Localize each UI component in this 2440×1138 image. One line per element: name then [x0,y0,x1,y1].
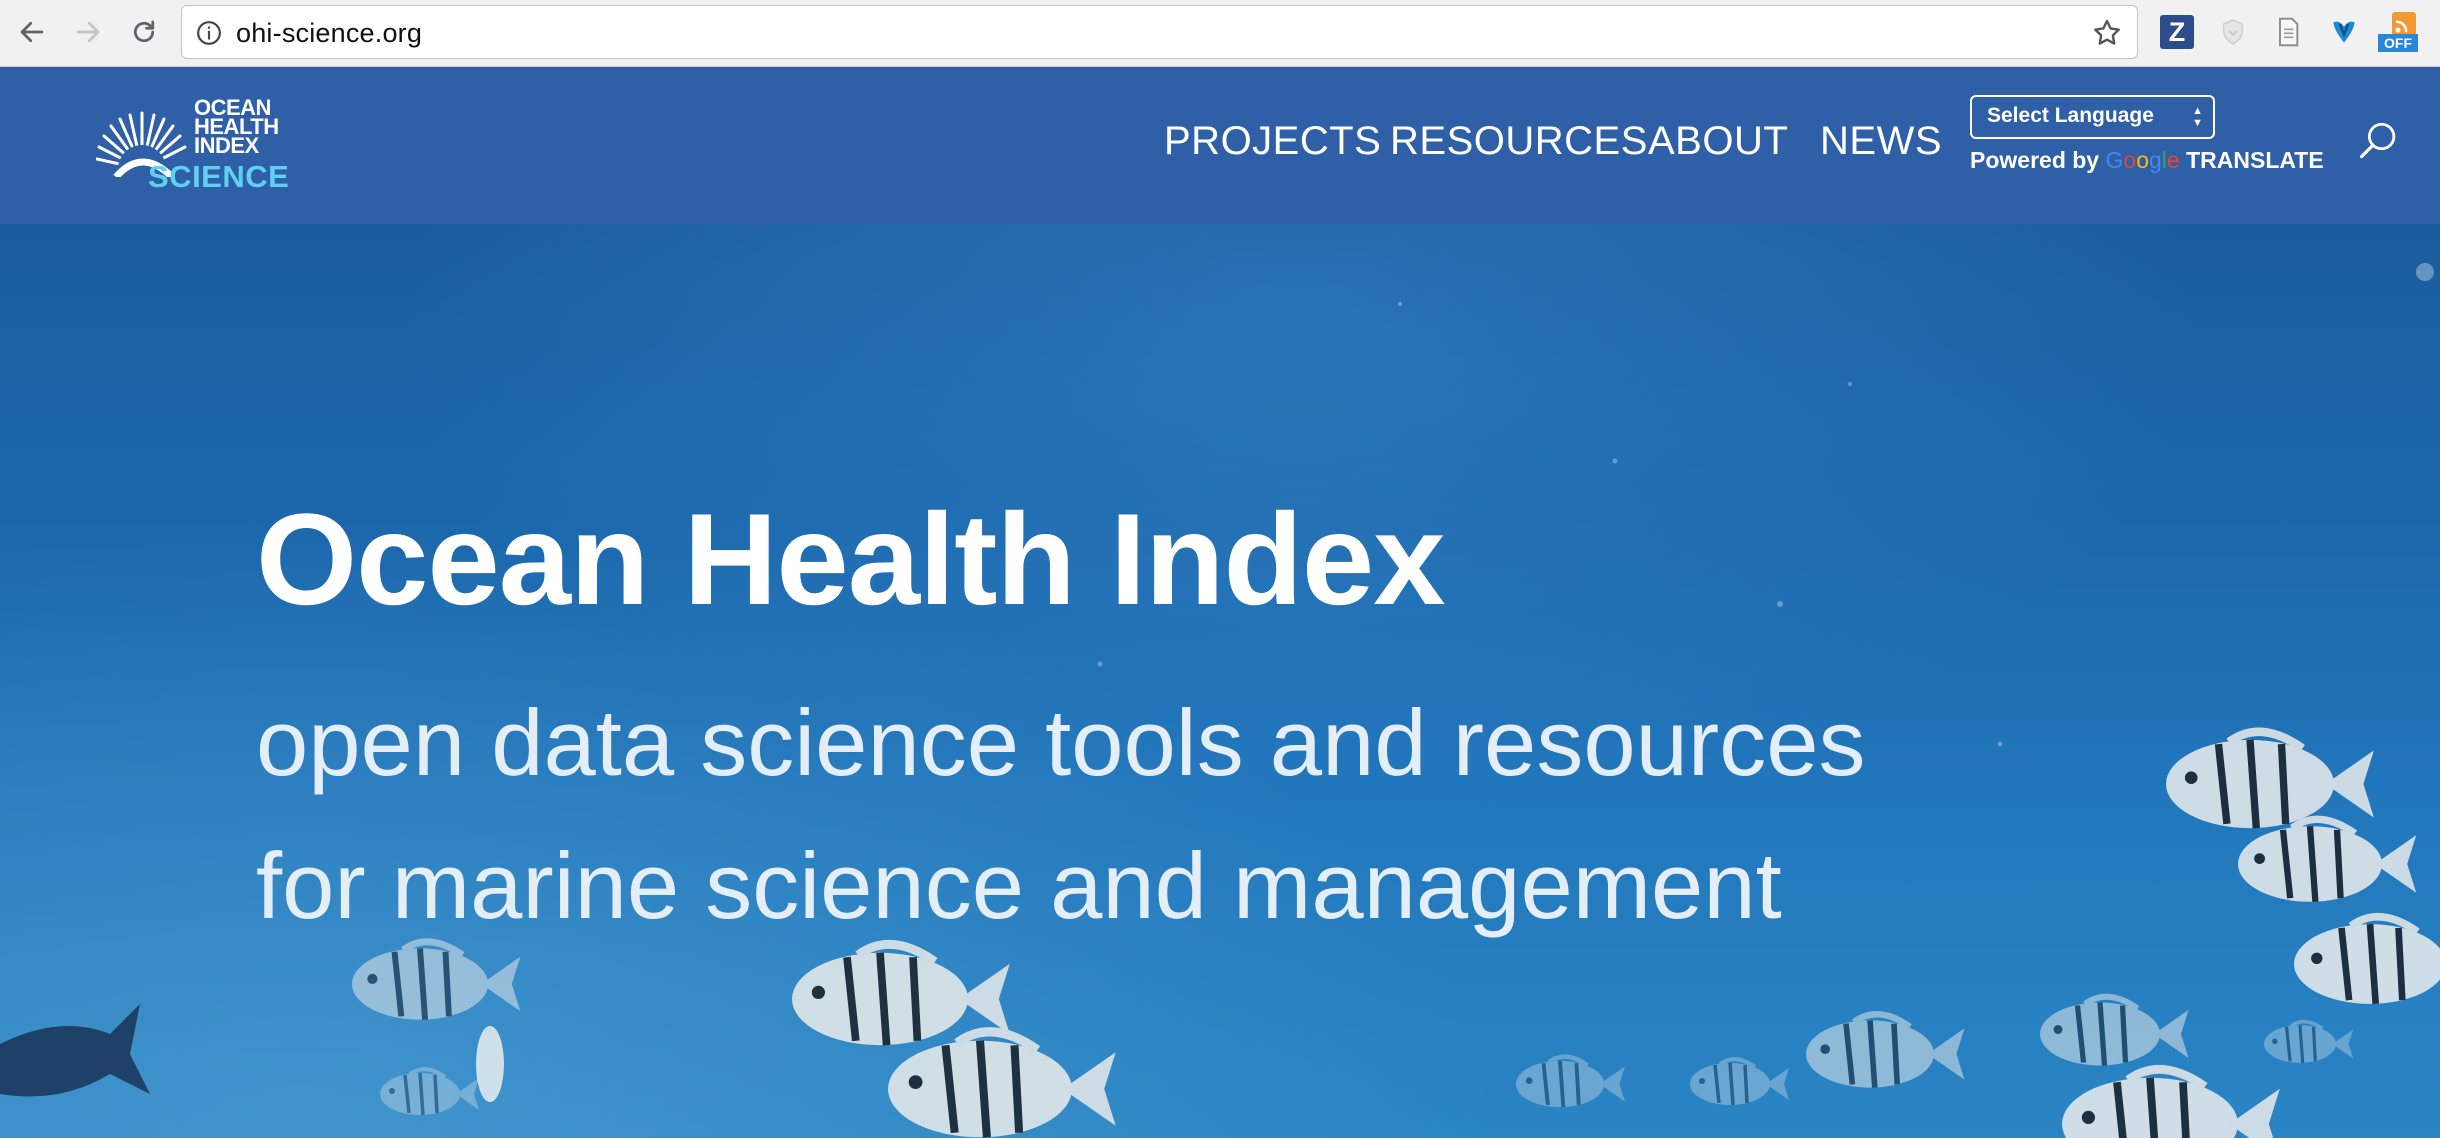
vimeo-extension[interactable] [2324,12,2364,52]
off-badge: OFF [2378,34,2418,52]
rss-extension[interactable]: OFF [2378,12,2418,52]
url-text[interactable]: ohi-science.org [236,18,422,49]
rss-off-icon: OFF [2378,12,2418,52]
google-logo-text[interactable]: Google [2106,147,2187,173]
address-bar[interactable]: ohi-science.org [181,5,2138,59]
language-select-label: Select Language [1987,104,2154,127]
shield-icon [2222,19,2244,45]
arrow-left-icon [20,21,44,43]
translate-label[interactable]: TRANSLATE [2186,147,2324,173]
powered-by-label: Powered by [1970,147,2100,173]
reload-button[interactable] [124,12,164,52]
zotero-extension[interactable]: Z [2157,12,2197,52]
powered-by-google-translate: Powered by Google TRANSLATE [1970,147,2324,174]
hero-subtitle-line-1: open data science tools and resources [256,690,1866,795]
back-button[interactable] [12,12,52,52]
shield-extension[interactable] [2213,12,2253,52]
nav-about[interactable]: ABOUT [1648,119,1788,164]
bookmark-star-icon[interactable] [2091,17,2123,49]
language-select[interactable]: Select Language ▲ ▼ [1970,95,2215,139]
hero-subtitle-line-2: for marine science and management [256,833,1782,938]
search-icon[interactable] [2358,119,2400,161]
hero-section: Ocean Health Index open data science too… [0,224,2440,1138]
nav-resources[interactable]: RESOURCES [1390,119,1648,164]
arrow-right-icon [76,21,100,43]
reload-icon [133,20,155,43]
site-header: OCEAN HEALTH INDEX SCIENCE PROJECTS RESO… [0,67,2440,224]
document-icon [2279,17,2299,47]
hero-title: Ocean Health Index [256,486,1445,632]
document-extension[interactable] [2268,12,2308,52]
zotero-icon: Z [2160,15,2194,49]
hero-ocean-fish-image [0,263,2440,1138]
select-arrows-icon: ▲ ▼ [2192,105,2203,129]
nav-projects[interactable]: PROJECTS [1164,119,1381,164]
nav-news[interactable]: NEWS [1820,119,1942,164]
info-icon[interactable] [196,20,222,46]
browser-toolbar: ohi-science.org Z OFF [0,0,2440,67]
forward-button[interactable] [68,12,108,52]
heart-drop-icon [2333,21,2355,43]
